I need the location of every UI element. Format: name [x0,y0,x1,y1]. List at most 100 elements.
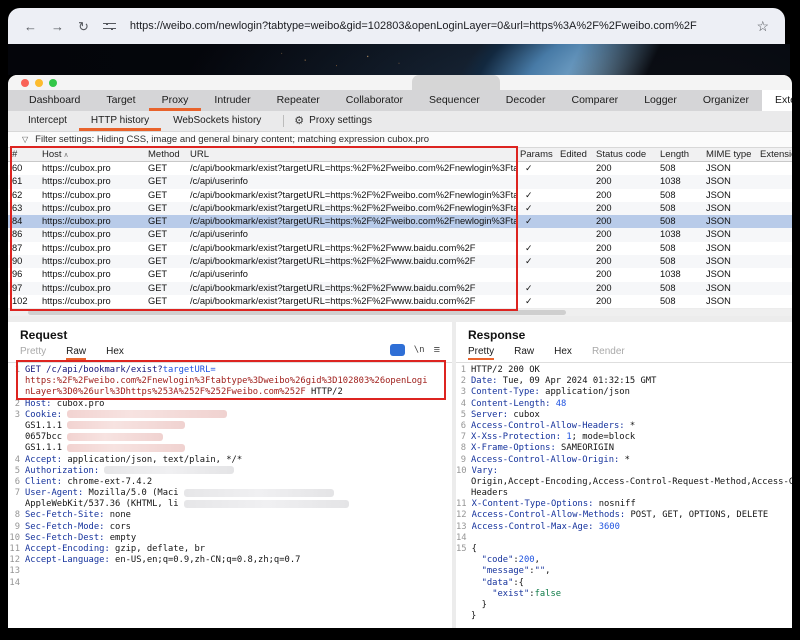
response-tab-hex[interactable]: Hex [554,346,572,360]
tab-extensions[interactable]: Extensions [762,90,792,111]
response-panel: Response PrettyRawHexRender 1HTTP/2 200 … [456,322,792,628]
table-row[interactable]: 60https://cubox.proGET/c/api/bookmark/ex… [8,162,792,175]
search-icon[interactable] [390,344,405,356]
code-line: "exist":false [456,589,792,600]
table-cell: https://cubox.pro [38,228,144,241]
column-header-url[interactable]: URL [186,148,516,161]
proxy-settings-button[interactable]: Proxy settings [309,111,372,131]
tab-repeater[interactable]: Repeater [264,90,333,111]
code-line: Headers [456,488,792,499]
table-cell: JSON [702,268,756,281]
column-header-#[interactable]: # [8,148,38,161]
response-viewer[interactable]: 1HTTP/2 200 OK2Date: Tue, 09 Apr 2024 01… [456,365,792,628]
request-tab-pretty[interactable]: Pretty [20,346,46,360]
close-button[interactable] [21,79,29,87]
http-history-table: 60https://cubox.proGET/c/api/bookmark/ex… [8,162,792,308]
column-header-mime-type[interactable]: MIME type [702,148,756,161]
redacted-text [104,466,234,474]
tab-sequencer[interactable]: Sequencer [416,90,493,111]
tab-target[interactable]: Target [93,90,148,111]
tab-dashboard[interactable]: Dashboard [16,90,93,111]
table-cell [756,295,792,308]
code-line: 7X-Xss-Protection: 1; mode=block [456,432,792,443]
table-cell: 200 [592,189,656,202]
tab-collaborator[interactable]: Collaborator [333,90,416,111]
table-cell: /c/api/bookmark/exist?targetURL=https:%2… [186,295,516,308]
response-tab-raw[interactable]: Raw [514,346,534,360]
reload-icon[interactable]: ↻ [78,20,89,33]
table-row[interactable]: 96https://cubox.proGET/c/api/userinfo200… [8,268,792,281]
request-panel: Request PrettyRawHex \n ≡ 1GET /c/api/bo… [8,322,452,628]
zoom-button[interactable] [49,79,57,87]
line-number: 6 [8,477,25,488]
column-header-method[interactable]: Method [144,148,186,161]
table-row[interactable]: 87https://cubox.proGET/c/api/bookmark/ex… [8,242,792,255]
horizontal-scrollbar[interactable] [8,309,792,316]
table-row[interactable]: 84https://cubox.proGET/c/api/bookmark/ex… [8,215,792,228]
line-number: 14 [8,578,25,589]
table-row[interactable]: 86https://cubox.proGET/c/api/userinfo200… [8,228,792,241]
table-cell: https://cubox.pro [38,295,144,308]
table-header-row: #Host ∧MethodURLParamsEditedStatus codeL… [8,148,792,162]
line-number: 3 [8,410,25,421]
table-cell: 62 [8,189,38,202]
table-row[interactable]: 63https://cubox.proGET/c/api/bookmark/ex… [8,202,792,215]
line-number: 11 [8,544,25,555]
request-editor[interactable]: 1GET /c/api/bookmark/exist?targetURL=htt… [8,365,452,628]
scrollbar-thumb[interactable] [28,310,566,315]
site-settings-icon[interactable] [103,21,116,32]
subtab-intercept[interactable]: Intercept [16,111,79,131]
code-line: 3Content-Type: application/json [456,387,792,398]
code-line: 13 [8,566,452,577]
newline-toggle-icon[interactable]: \n [414,345,425,355]
tab-intruder[interactable]: Intruder [201,90,263,111]
browser-toolbar: ← → ↻ https://weibo.com/newlogin?tabtype… [8,8,785,44]
back-icon[interactable]: ← [24,20,37,33]
tab-comparer[interactable]: Comparer [559,90,632,111]
line-number [456,555,471,566]
column-header-status-code[interactable]: Status code [592,148,656,161]
tab-organizer[interactable]: Organizer [690,90,762,111]
line-number [456,477,471,488]
tab-decoder[interactable]: Decoder [493,90,559,111]
column-header-edited[interactable]: Edited [556,148,592,161]
line-number [456,611,471,622]
bookmark-star-icon[interactable]: ☆ [756,18,769,35]
table-cell: 60 [8,162,38,175]
menu-icon[interactable]: ≡ [434,344,440,356]
response-tab-pretty[interactable]: Pretty [468,346,494,360]
column-header-length[interactable]: Length [656,148,702,161]
subtab-http-history[interactable]: HTTP history [79,111,161,131]
table-row[interactable]: 102https://cubox.proGET/c/api/bookmark/e… [8,295,792,308]
line-number: 13 [456,522,472,533]
filter-funnel-icon: ▽ [22,135,28,144]
table-cell: https://cubox.pro [38,215,144,228]
table-row[interactable]: 97https://cubox.proGET/c/api/bookmark/ex… [8,282,792,295]
code-line: GS1.1.1 [8,421,452,432]
code-line: GS1.1.1 [8,443,452,454]
table-row[interactable]: 90https://cubox.proGET/c/api/bookmark/ex… [8,255,792,268]
line-number: 4 [456,399,471,410]
table-row[interactable]: 61https://cubox.proGET/c/api/userinfo200… [8,175,792,188]
tab-proxy[interactable]: Proxy [149,90,202,111]
request-tab-raw[interactable]: Raw [66,346,86,360]
redacted-text [67,421,185,429]
address-bar[interactable]: https://weibo.com/newlogin?tabtype=weibo… [130,20,743,32]
line-number: 15 [456,544,472,555]
request-tab-hex[interactable]: Hex [106,346,124,360]
column-header-host[interactable]: Host ∧ [38,148,144,161]
column-header-params[interactable]: Params [516,148,556,161]
response-tab-render[interactable]: Render [592,346,625,360]
divider [456,362,792,363]
code-line: 8Sec-Fetch-Site: none [8,510,452,521]
table-cell: JSON [702,175,756,188]
table-cell: GET [144,228,186,241]
filter-settings-bar[interactable]: ▽ Filter settings: Hiding CSS, image and… [8,131,792,148]
minimize-button[interactable] [35,79,43,87]
tab-logger[interactable]: Logger [631,90,690,111]
forward-icon[interactable]: → [51,20,64,33]
column-header-extension[interactable]: Extension [756,148,792,161]
table-cell: /c/api/userinfo [186,228,516,241]
table-row[interactable]: 62https://cubox.proGET/c/api/bookmark/ex… [8,189,792,202]
subtab-websockets-history[interactable]: WebSockets history [161,111,273,131]
